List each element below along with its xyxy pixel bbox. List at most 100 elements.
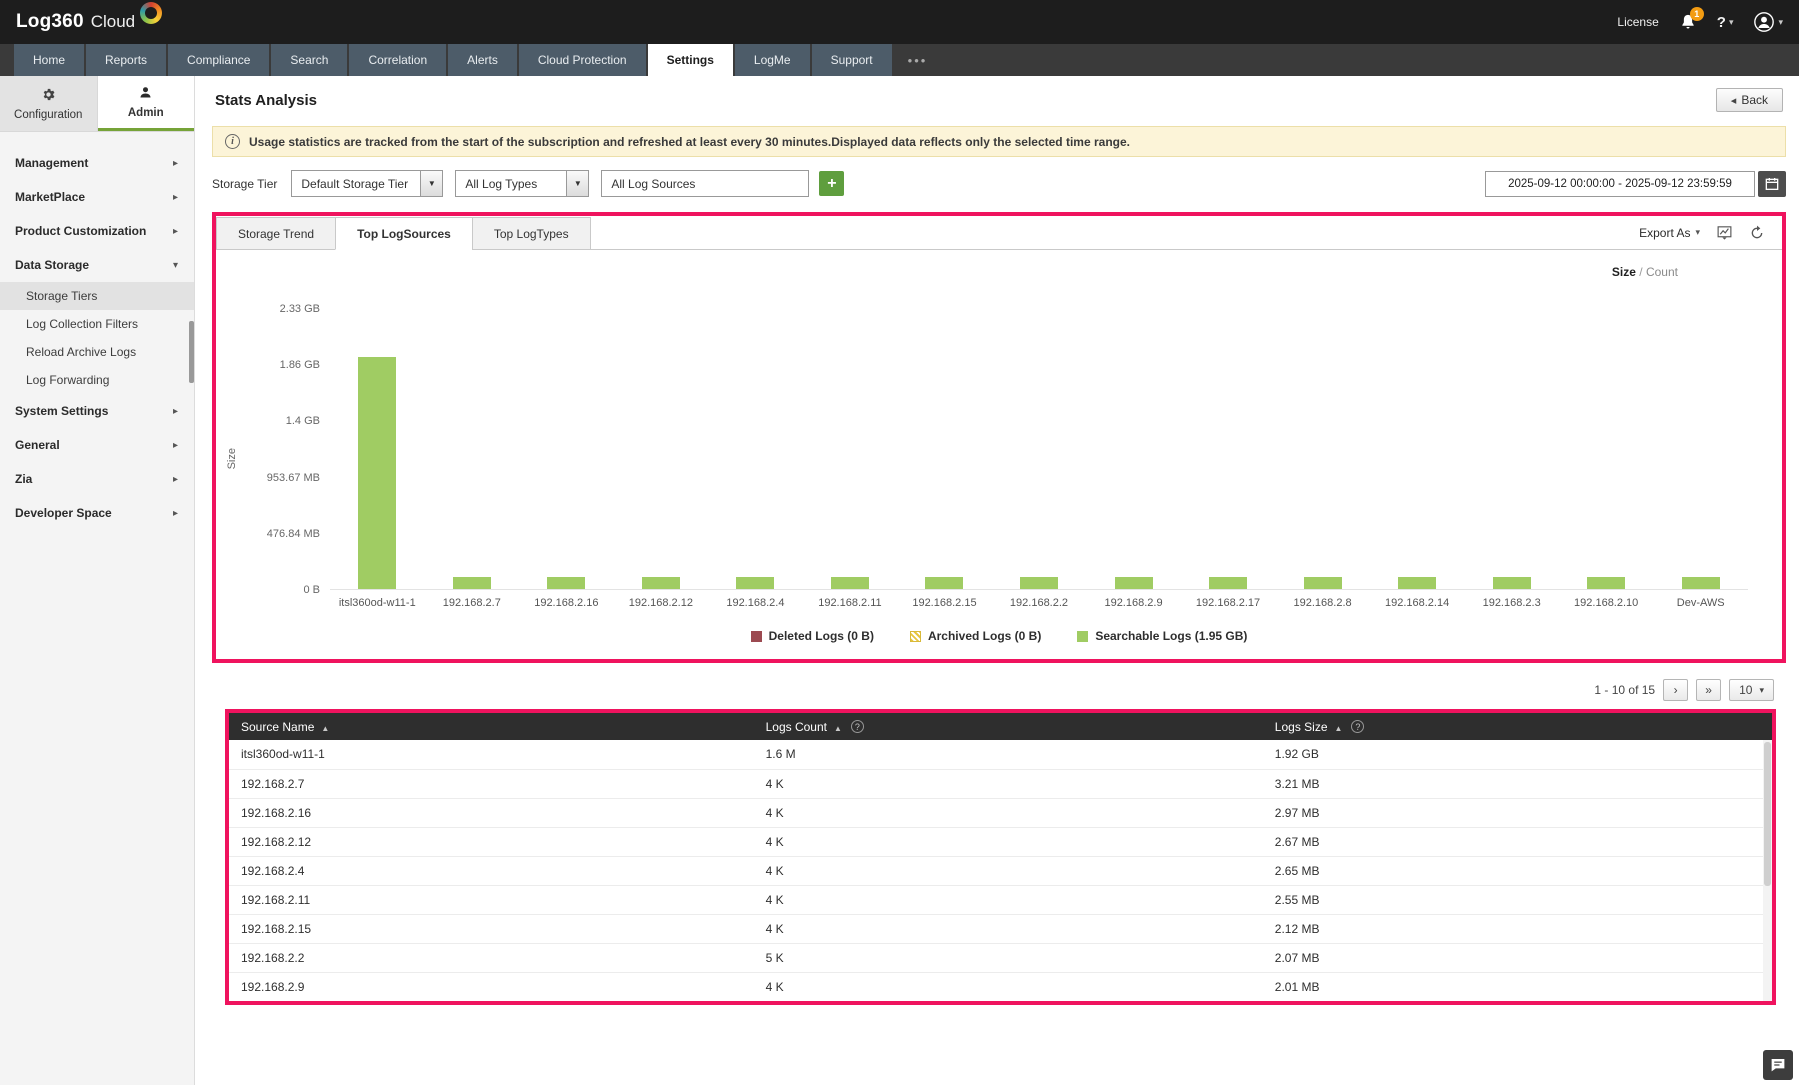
page-title: Stats Analysis [215, 91, 317, 109]
notification-bell-icon[interactable]: 1 [1679, 7, 1704, 31]
column-header-logs-count[interactable]: Logs Count ▲? [753, 713, 1263, 740]
nav-more-button[interactable]: ••• [894, 44, 942, 76]
sort-asc-icon[interactable]: ▲ [834, 724, 842, 733]
bar-192-168-2-3[interactable] [1492, 577, 1531, 589]
sort-asc-icon[interactable]: ▲ [1335, 724, 1343, 733]
scrollbar-thumb[interactable] [1764, 742, 1771, 886]
legend-item-archived-logs[interactable]: Archived Logs (0 B) [909, 629, 1041, 643]
sidebar-item-storage-tiers[interactable]: Storage Tiers [0, 282, 194, 310]
legend-swatch [750, 630, 762, 642]
nav-tab-support[interactable]: Support [811, 44, 892, 76]
bar-192-168-2-17[interactable] [1209, 577, 1248, 589]
logo[interactable]: Log360 Cloud [16, 2, 163, 33]
sidebar-item-log-forwarding[interactable]: Log Forwarding [0, 366, 194, 394]
table-cell: 2.67 MB [1262, 827, 1772, 857]
sidebar-group-developer-space[interactable]: Developer Space ▸ [0, 496, 194, 530]
bar-itsl360od-w11-1[interactable] [358, 357, 397, 589]
chart-tab-storage-trend[interactable]: Storage Trend [216, 217, 337, 250]
last-page-button[interactable]: » [1696, 679, 1722, 701]
nav-tab-correlation[interactable]: Correlation [349, 44, 447, 76]
tab-admin[interactable]: Admin [97, 76, 194, 131]
table-row[interactable]: 192.168.2.7 4 K 3.21 MB [229, 769, 1772, 799]
page-size-select[interactable]: 10 ▾ [1729, 679, 1774, 701]
sidebar-scrollbar[interactable] [189, 321, 194, 383]
bar-192-168-2-7[interactable] [452, 577, 491, 589]
sidebar-group-label: MarketPlace [15, 190, 86, 204]
table-row[interactable]: 192.168.2.11 4 K 2.55 MB [229, 885, 1772, 915]
export-chart-icon[interactable] [1715, 224, 1733, 242]
back-button[interactable]: ◂ Back [1715, 88, 1783, 112]
table-row[interactable]: 192.168.2.9 4 K 2.01 MB [229, 972, 1772, 1001]
table-cell: 4 K [765, 979, 784, 994]
table-row[interactable]: 192.168.2.4 4 K 2.65 MB [229, 856, 1772, 886]
sidebar-group-data-storage[interactable]: Data Storage ▾ [0, 248, 194, 282]
bar-dev-aws[interactable] [1681, 577, 1720, 589]
sidebar-item-reload-archive-logs[interactable]: Reload Archive Logs [0, 338, 194, 366]
nav-tab-compliance[interactable]: Compliance [168, 44, 270, 76]
bar-192-168-2-2[interactable] [1019, 577, 1058, 589]
bar-192-168-2-8[interactable] [1303, 577, 1342, 589]
column-header-logs-size[interactable]: Logs Size ▲? [1262, 713, 1772, 740]
table-row[interactable]: 192.168.2.15 4 K 2.12 MB [229, 914, 1772, 944]
nav-tab-reports[interactable]: Reports [86, 44, 167, 76]
next-page-button[interactable]: › [1663, 679, 1689, 701]
chart-tab-top-logsources[interactable]: Top LogSources [335, 217, 473, 250]
bar-192-168-2-11[interactable] [830, 577, 869, 589]
feedback-chat-button[interactable] [1763, 1050, 1793, 1080]
nav-tab-cloud-protection[interactable]: Cloud Protection [518, 44, 646, 76]
bar-192-168-2-9[interactable] [1114, 577, 1153, 589]
date-range-input[interactable]: 2025-09-12 00:00:00 - 2025-09-12 23:59:5… [1485, 170, 1755, 197]
sidebar-group-marketplace[interactable]: MarketPlace ▸ [0, 180, 194, 214]
help-icon[interactable]: ? [1351, 720, 1365, 733]
tab-configuration[interactable]: Configuration [0, 76, 98, 131]
nav-tab-search[interactable]: Search [271, 44, 348, 76]
storage-tier-select[interactable]: Default Storage Tier ▼ [291, 170, 444, 197]
user-avatar[interactable]: ▾ [1753, 11, 1783, 33]
bar-192-168-2-10[interactable] [1587, 577, 1626, 589]
count-toggle[interactable]: Count [1646, 265, 1678, 279]
x-axis-label: 192.168.2.14 [1384, 597, 1450, 609]
column-header-source-name[interactable]: Source Name ▲ [229, 713, 754, 740]
table-row[interactable]: 192.168.2.16 4 K 2.97 MB [229, 798, 1772, 828]
export-as-dropdown[interactable]: Export As ▾ [1639, 226, 1700, 240]
license-link[interactable]: License [1617, 15, 1658, 29]
table-cell: 192.168.2.15 [229, 914, 754, 944]
sidebar-group-management[interactable]: Management ▸ [0, 146, 194, 180]
log-sources-input[interactable]: All Log Sources [601, 170, 810, 197]
size-toggle[interactable]: Size [1612, 265, 1636, 279]
bar-192-168-2-4[interactable] [736, 577, 775, 589]
nav-tab-alerts[interactable]: Alerts [448, 44, 517, 76]
chart-tab-top-logtypes[interactable]: Top LogTypes [471, 217, 591, 250]
bar-192-168-2-15[interactable] [925, 577, 964, 589]
log-types-select[interactable]: All Log Types ▼ [455, 170, 590, 197]
sidebar-item-log-collection-filters[interactable]: Log Collection Filters [0, 310, 194, 338]
calendar-button[interactable] [1758, 170, 1786, 197]
refresh-icon[interactable] [1748, 224, 1766, 242]
nav-tab-settings[interactable]: Settings [647, 44, 733, 76]
logo-cloud: Cloud [90, 12, 136, 31]
date-range-value: 2025-09-12 00:00:00 - 2025-09-12 23:59:5… [1508, 177, 1732, 190]
dropdown-arrow-icon: ▼ [420, 171, 443, 196]
sidebar-group-zia[interactable]: Zia ▸ [0, 462, 194, 496]
help-menu[interactable]: ? ▾ [1717, 14, 1734, 31]
sidebar-group-general[interactable]: General ▸ [0, 428, 194, 462]
info-banner-text: Usage statistics are tracked from the st… [249, 134, 1130, 149]
column-label: Logs Count [765, 719, 827, 734]
table-row[interactable]: 192.168.2.12 4 K 2.67 MB [229, 827, 1772, 857]
bar-192-168-2-12[interactable] [641, 577, 680, 589]
legend-item-deleted-logs[interactable]: Deleted Logs (0 B) [750, 629, 874, 643]
legend-item-searchable-logs[interactable]: Searchable Logs (1.95 GB) [1077, 629, 1247, 643]
table-scrollbar[interactable] [1763, 740, 1772, 1001]
bar-192-168-2-16[interactable] [547, 577, 586, 589]
bar-192-168-2-14[interactable] [1398, 577, 1437, 589]
sidebar-group-system-settings[interactable]: System Settings ▸ [0, 394, 194, 428]
sort-asc-icon[interactable]: ▲ [321, 724, 329, 733]
sidebar-group-product-customization[interactable]: Product Customization ▸ [0, 214, 194, 248]
table-cell: 2.55 MB [1262, 885, 1772, 915]
nav-tab-home[interactable]: Home [14, 44, 85, 76]
help-icon[interactable]: ? [850, 720, 864, 733]
table-row[interactable]: itsl360od-w11-1 1.6 M 1.92 GB [229, 740, 1772, 770]
table-row[interactable]: 192.168.2.2 5 K 2.07 MB [229, 943, 1772, 973]
add-log-source-button[interactable]: + [819, 171, 845, 196]
nav-tab-logme[interactable]: LogMe [734, 44, 810, 76]
